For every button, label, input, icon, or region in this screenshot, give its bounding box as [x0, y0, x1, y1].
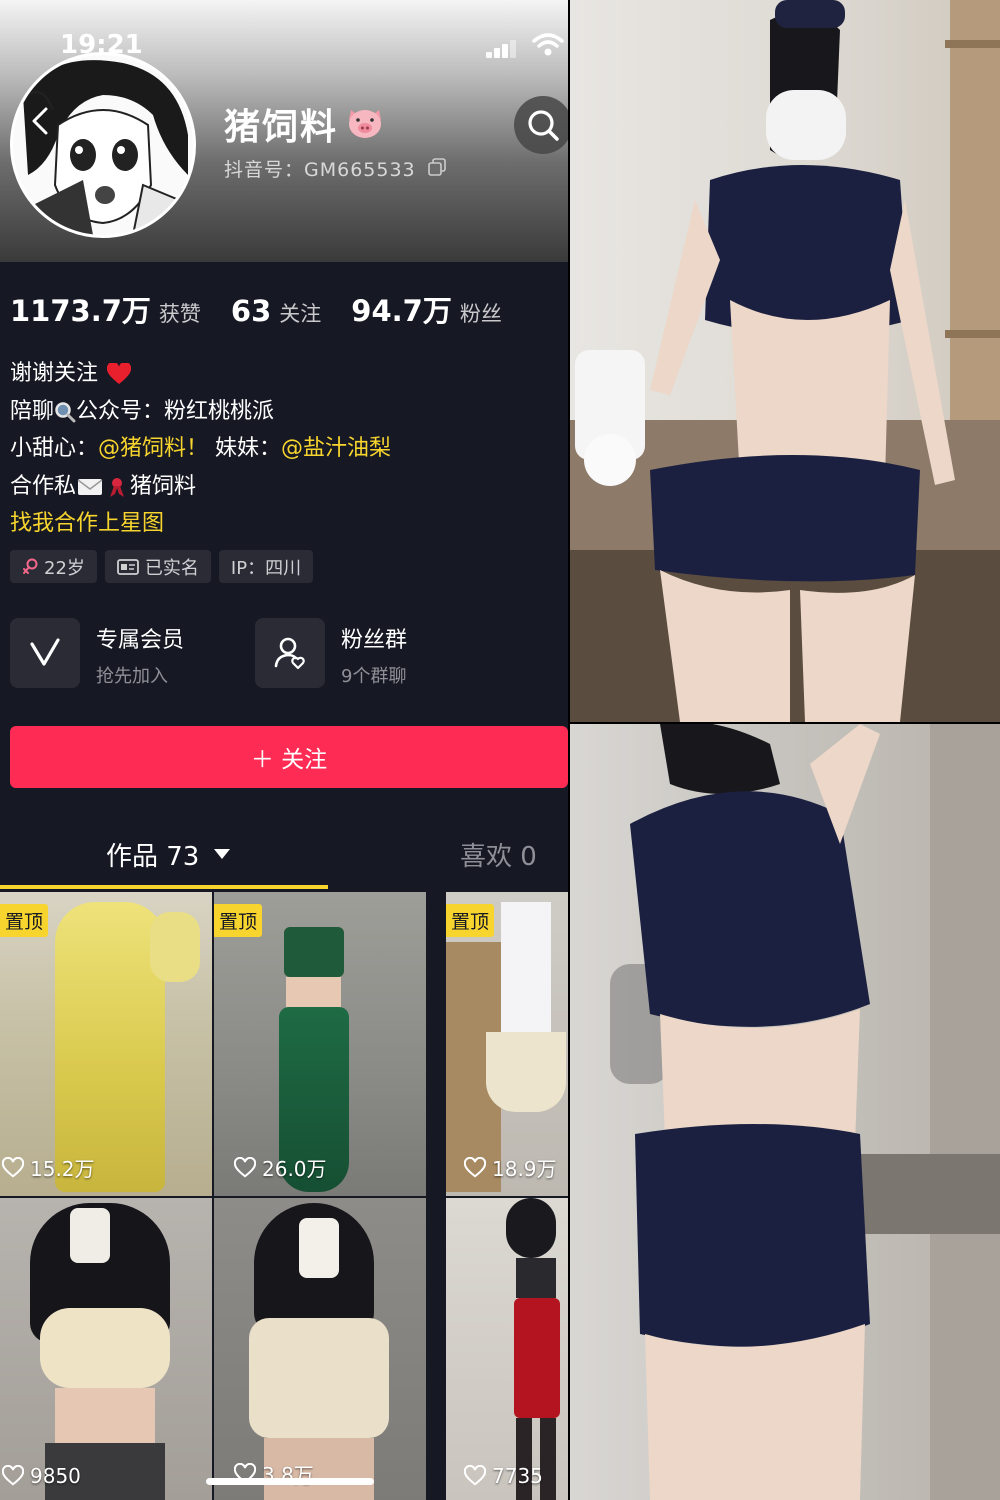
copy-icon[interactable]: [428, 158, 446, 176]
following-count[interactable]: 63: [231, 294, 271, 328]
group-icon: [255, 618, 325, 688]
magnifier-icon: [55, 401, 76, 422]
likes-label: 获赞: [158, 302, 201, 326]
profile-stats: 1173.7万 获赞 63 关注 94.7万 粉丝: [10, 288, 532, 328]
tab-works[interactable]: 作品 73: [106, 836, 199, 873]
likes-count: 18.9万: [492, 1157, 557, 1181]
verified-tag: 已实名: [104, 550, 211, 583]
video-likes: 15.2万: [0, 1153, 95, 1182]
bio-text: 妹妹：: [208, 436, 282, 461]
heart-icon: [464, 1156, 486, 1178]
feature-subtitle: 9个群聊: [341, 666, 407, 687]
signal-icon: [486, 38, 518, 58]
pinned-badge: 置顶: [214, 904, 263, 937]
followers-count[interactable]: 94.7万: [351, 288, 452, 330]
video-likes: 7735: [462, 1464, 543, 1488]
bio-line: 合作私 猪饲料: [10, 468, 560, 506]
tab-likes[interactable]: 喜欢 0: [460, 836, 537, 873]
v-logo-icon: [10, 618, 80, 688]
home-indicator[interactable]: [206, 1478, 374, 1485]
feature-title: 专属会员: [96, 628, 185, 653]
photo-top: [570, 0, 1000, 722]
tab-indicator: [0, 885, 328, 889]
photo-top-image: [570, 0, 1000, 722]
chevron-down-icon[interactable]: [214, 849, 230, 859]
search-button[interactable]: [514, 96, 568, 154]
likes-count: 7735: [492, 1464, 543, 1488]
followers-label[interactable]: 粉丝: [460, 298, 502, 328]
pig-face-icon: [349, 110, 381, 138]
bio-text: 合作私: [10, 473, 77, 499]
video-thumbnail[interactable]: 3.8万: [214, 1198, 426, 1500]
video-thumbnail[interactable]: 9850: [0, 1198, 212, 1500]
bio-line: 找我合作上星图: [10, 505, 560, 543]
bio-text: 陪聊: [10, 398, 55, 424]
ribbon-icon: [110, 477, 125, 497]
heart-icon: [464, 1465, 486, 1486]
follow-button[interactable]: ＋ 关注: [10, 726, 568, 788]
mention-link[interactable]: @猪饲料！: [98, 436, 208, 461]
bio-text: 小甜心：: [10, 436, 99, 461]
bio-line: 谢谢关注: [10, 355, 560, 393]
profile-screen: 19:21 猪饲料 抖音号：GM665533 1173.7万 获赞 63 关注 …: [0, 0, 568, 1500]
video-thumbnail[interactable]: 置顶 18.9万: [446, 892, 568, 1196]
heart-icon: [2, 1156, 24, 1178]
video-grid: 置顶 15.2万 置顶 26.0万 置顶 18.9万 9850 3.8万 773…: [0, 892, 568, 1500]
account-id: 抖音号：GM665533: [224, 159, 416, 181]
bio-line: 小甜心：@猪饲料！ 妹妹：@盐汁油梨: [10, 430, 560, 468]
avatar[interactable]: [10, 52, 196, 238]
pinned-badge: 置顶: [446, 904, 495, 937]
likes-count: 26.0万: [262, 1157, 327, 1181]
star-map-link[interactable]: 找我合作上星图: [10, 511, 164, 536]
id-card-icon: [117, 558, 139, 575]
tag-text: 22岁: [44, 557, 85, 579]
search-icon: [528, 110, 559, 141]
pinned-badge: 置顶: [0, 904, 49, 937]
photo-bottom: [570, 724, 1000, 1500]
membership-entry[interactable]: 专属会员 抢先加入: [10, 618, 250, 690]
following-label[interactable]: 关注: [279, 298, 321, 328]
feature-subtitle: 抢先加入: [96, 666, 168, 687]
wifi-icon: [532, 33, 564, 56]
back-icon[interactable]: [30, 106, 50, 136]
tag-text: IP：四川: [230, 557, 302, 579]
bio-text: 谢谢关注: [10, 361, 99, 386]
video-likes: 9850: [0, 1464, 81, 1488]
envelope-icon: [77, 478, 103, 495]
video-thumbnail[interactable]: 置顶 26.0万: [214, 892, 426, 1196]
video-thumbnail[interactable]: 7735: [446, 1198, 568, 1500]
ip-tag: IP：四川: [218, 550, 314, 583]
tag-text: 已实名: [144, 557, 199, 579]
profile-bio: 谢谢关注 陪聊 公众号：粉红桃桃派 小甜心：@猪饲料！ 妹妹：@盐汁油梨 合作私…: [10, 355, 560, 543]
likes-count: 9850: [30, 1464, 81, 1488]
avatar-illustration: [13, 55, 193, 235]
video-likes: 18.9万: [462, 1153, 557, 1182]
mention-link[interactable]: @盐汁油梨: [281, 436, 391, 461]
profile-tags: 22岁 已实名 IP：四川: [10, 550, 314, 583]
bio-line: 陪聊 公众号：粉红桃桃派: [10, 393, 560, 431]
feature-title: 粉丝群: [341, 628, 408, 653]
red-heart-icon: [107, 363, 132, 384]
heart-icon: [234, 1156, 256, 1178]
bio-text: 猪饲料: [130, 473, 197, 499]
female-icon: [23, 558, 38, 574]
likes-count: 1173.7万: [10, 294, 151, 328]
profile-nickname: 猪饲料: [224, 107, 339, 148]
heart-icon: [2, 1465, 24, 1486]
age-tag: 22岁: [10, 550, 97, 583]
fan-group-entry[interactable]: 粉丝群 9个群聊: [255, 618, 495, 690]
bio-text: 公众号：粉红桃桃派: [76, 398, 275, 424]
video-likes: 26.0万: [232, 1153, 327, 1182]
likes-count: 15.2万: [30, 1157, 95, 1181]
video-thumbnail[interactable]: 置顶 15.2万: [0, 892, 212, 1196]
photo-bottom-image: [610, 724, 1000, 1500]
